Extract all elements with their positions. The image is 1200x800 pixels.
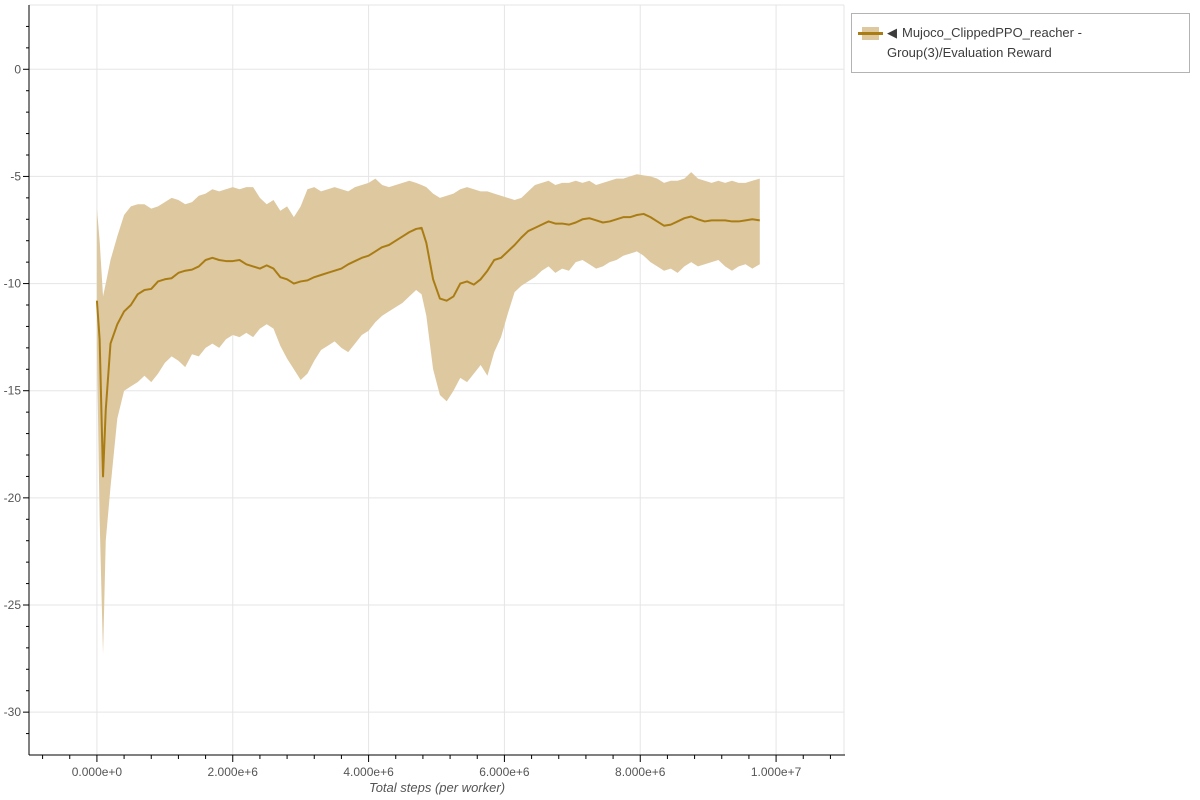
legend-swatch [858, 27, 883, 40]
x-tick-label: 2.000e+6 [208, 765, 259, 779]
x-tick-label: 0.000e+0 [72, 765, 123, 779]
legend-marker-icon: ◀ [887, 25, 897, 40]
x-tick-label: 4.000e+6 [343, 765, 394, 779]
chart-area: 0.000e+0 2.000e+6 4.000e+6 6.000e+6 8.000e+6… [0, 0, 1200, 800]
y-tick-label: -20 [4, 491, 22, 505]
x-tick-label: 1.000e+7 [751, 765, 802, 779]
x-axis-title: Total steps (per worker) [368, 780, 506, 795]
legend-label-text: Mujoco_ClippedPPO_reacher - Group(3)/Eva… [887, 25, 1082, 60]
series-band [96, 172, 760, 655]
legend-line-swatch [858, 32, 883, 35]
x-tick-label: 6.000e+6 [479, 765, 530, 779]
y-tick-label: -5 [10, 169, 21, 183]
y-tick-label: -25 [4, 598, 22, 612]
y-tick-label: 0 [14, 62, 21, 76]
plot-svg[interactable]: 0.000e+0 2.000e+6 4.000e+6 6.000e+6 8.000e+6… [0, 0, 1200, 800]
y-tick-label: -15 [4, 384, 22, 398]
legend-label: ◀ Mujoco_ClippedPPO_reacher - Group(3)/Ev… [887, 23, 1180, 63]
legend[interactable]: ◀ Mujoco_ClippedPPO_reacher - Group(3)/Ev… [851, 13, 1190, 73]
y-tick-label: -30 [4, 705, 22, 719]
y-tick-label: -10 [4, 277, 22, 291]
x-tick-label: 8.000e+6 [615, 765, 666, 779]
